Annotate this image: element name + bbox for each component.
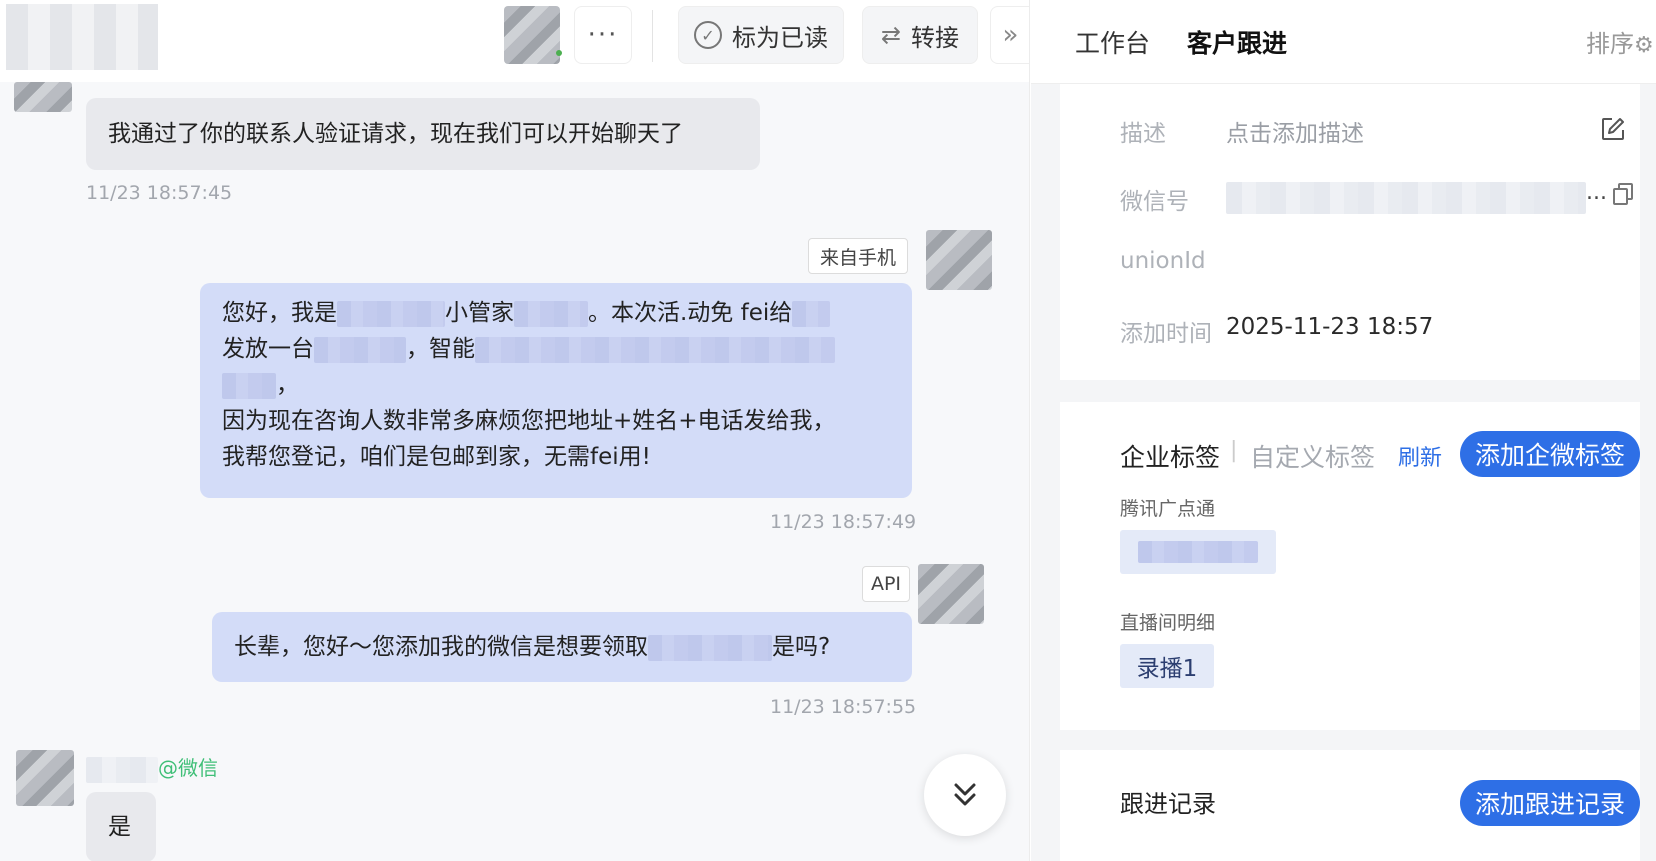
check-circle-icon: ✓: [694, 21, 722, 49]
more-icon: ···: [587, 20, 619, 50]
description-label: 描述: [1120, 121, 1166, 147]
message-bubble-incoming: 我通过了你的联系人验证请求，现在我们可以开始聊天了: [86, 98, 760, 170]
transfer-arrows-icon: ⇄: [880, 21, 902, 49]
tab-workbench[interactable]: 工作台: [1075, 24, 1150, 60]
contact-avatar[interactable]: [14, 82, 72, 112]
text-fragment: 是吗?: [772, 634, 831, 660]
message-bubble-outgoing: 您好，我是 小管家 。本次活.动免 fei给 发放一台 ，智能 ， 因为现在咨询人数非…: [200, 283, 912, 498]
transfer-button[interactable]: ⇄ 转接: [862, 6, 978, 64]
customer-avatar[interactable]: [16, 750, 74, 806]
followup-records-card: 跟进记录 添加跟进记录: [1060, 750, 1640, 861]
message-text: 是: [108, 814, 131, 840]
tag-group-label: 直播间明细: [1120, 612, 1216, 634]
message-line: 我帮您登记，咱们是包邮到家，无需fei用!: [222, 444, 651, 470]
chat-header: ··· ✓ 标为已读 ⇄ 转接 »: [0, 0, 1029, 82]
message-timestamp: 11/23 18:57:49: [770, 511, 917, 533]
message-source-tag: 来自手机: [808, 238, 908, 274]
panel-tab-bar: 工作台 客户跟进 排序⚙: [1031, 0, 1656, 84]
description-placeholder[interactable]: 点击添加描述: [1226, 114, 1364, 148]
tags-card: 企业标签 | 自定义标签 刷新 添加企微标签 腾讯广点通 直播间明细 录播1: [1060, 402, 1640, 730]
text-fragment: 您好，我是: [222, 300, 337, 326]
copy-icon[interactable]: [1612, 182, 1634, 206]
message-line: 发放一台 ，智能: [222, 331, 890, 367]
redacted-text: [337, 300, 445, 327]
contact-name-redacted: [6, 4, 158, 70]
redacted-text: [222, 372, 276, 399]
mark-read-label: 标为已读: [732, 23, 828, 52]
mark-read-button[interactable]: ✓ 标为已读: [678, 6, 844, 64]
add-followup-record-button[interactable]: 添加跟进记录: [1460, 780, 1640, 826]
redacted-name: [86, 756, 158, 783]
sender-source-label: @微信: [158, 756, 218, 780]
refresh-link[interactable]: 刷新: [1398, 440, 1442, 472]
unionid-label: unionId: [1120, 248, 1206, 274]
edit-icon[interactable]: [1600, 116, 1626, 142]
message-source-tag: API: [862, 566, 910, 602]
message-bubble-outgoing: 长辈，您好～您添加我的微信是想要领取 是吗?: [212, 612, 912, 682]
redacted-text: [792, 300, 831, 327]
online-status-dot: [556, 50, 562, 56]
message-timestamp: 11/23 18:57:55: [770, 696, 917, 718]
message-line: 您好，我是 小管家 。本次活.动免 fei给: [222, 295, 890, 331]
collapse-panel-button[interactable]: »: [990, 6, 1029, 64]
tab-enterprise-tags[interactable]: 企业标签: [1120, 438, 1220, 474]
added-time-value: 2025-11-23 18:57: [1226, 314, 1434, 340]
customer-panel: 工作台 客户跟进 排序⚙ 描述 点击添加描述 微信号 ... unionId 添…: [1031, 0, 1656, 861]
header-divider: [652, 10, 653, 62]
message-line: ，: [222, 367, 890, 403]
text-fragment: ，智能: [406, 336, 475, 362]
tag-tab-separator: |: [1230, 438, 1238, 463]
agent-avatar[interactable]: [926, 230, 992, 290]
tab-customer-followup[interactable]: 客户跟进: [1187, 24, 1287, 60]
message-timestamp: 11/23 18:57:45: [86, 182, 233, 204]
wechat-id-label: 微信号: [1120, 189, 1189, 215]
transfer-label: 转接: [911, 23, 960, 52]
agent-avatar[interactable]: [918, 564, 984, 624]
tag-chip: 录播1: [1120, 644, 1214, 688]
chat-area: ··· ✓ 标为已读 ⇄ 转接 » 我通过了你的联系人验证请求，现在我们可以开始…: [0, 0, 1030, 861]
more-button[interactable]: ···: [574, 6, 632, 64]
followup-records-title: 跟进记录: [1120, 790, 1216, 818]
message-bubble-incoming: 是: [86, 792, 156, 861]
double-chevron-down-icon: [954, 783, 976, 806]
tag-group-label: 腾讯广点通: [1120, 498, 1216, 520]
message-line: 因为现在咨询人数非常多麻烦您把地址+姓名+电话发给我，: [222, 408, 836, 434]
contact-avatar[interactable]: [504, 6, 560, 64]
added-time-label: 添加时间: [1120, 321, 1212, 347]
add-enterprise-tag-button[interactable]: 添加企微标签: [1460, 431, 1640, 477]
customer-info-card: 描述 点击添加描述 微信号 ... unionId 添加时间 2025-11-2…: [1060, 84, 1640, 380]
text-fragment: ，: [276, 372, 299, 398]
redacted-tag-text: [1138, 541, 1258, 563]
sender-name: @微信: [86, 752, 218, 783]
redacted-text: [475, 336, 835, 363]
gear-icon: ⚙: [1634, 33, 1654, 58]
text-fragment: 发放一台: [222, 336, 314, 362]
text-fragment: 小管家: [445, 300, 514, 326]
wechat-id-ellipsis: ...: [1586, 180, 1607, 205]
text-fragment: 长辈，您好～您添加我的微信是想要领取: [234, 634, 648, 660]
sort-label: 排序: [1586, 30, 1634, 58]
scroll-to-bottom-button[interactable]: [924, 754, 1006, 836]
tab-custom-tags[interactable]: 自定义标签: [1250, 438, 1375, 474]
text-fragment: 。本次活.动免 fei给: [588, 300, 793, 326]
redacted-text: [514, 300, 588, 327]
wechat-id-redacted: [1226, 182, 1586, 214]
double-chevron-right-icon: »: [1002, 20, 1019, 50]
message-text: 我通过了你的联系人验证请求，现在我们可以开始聊天了: [108, 121, 683, 147]
redacted-text: [314, 336, 406, 363]
tag-chip: [1120, 530, 1276, 574]
sort-button[interactable]: 排序⚙: [1586, 24, 1654, 59]
redacted-text: [648, 634, 772, 661]
